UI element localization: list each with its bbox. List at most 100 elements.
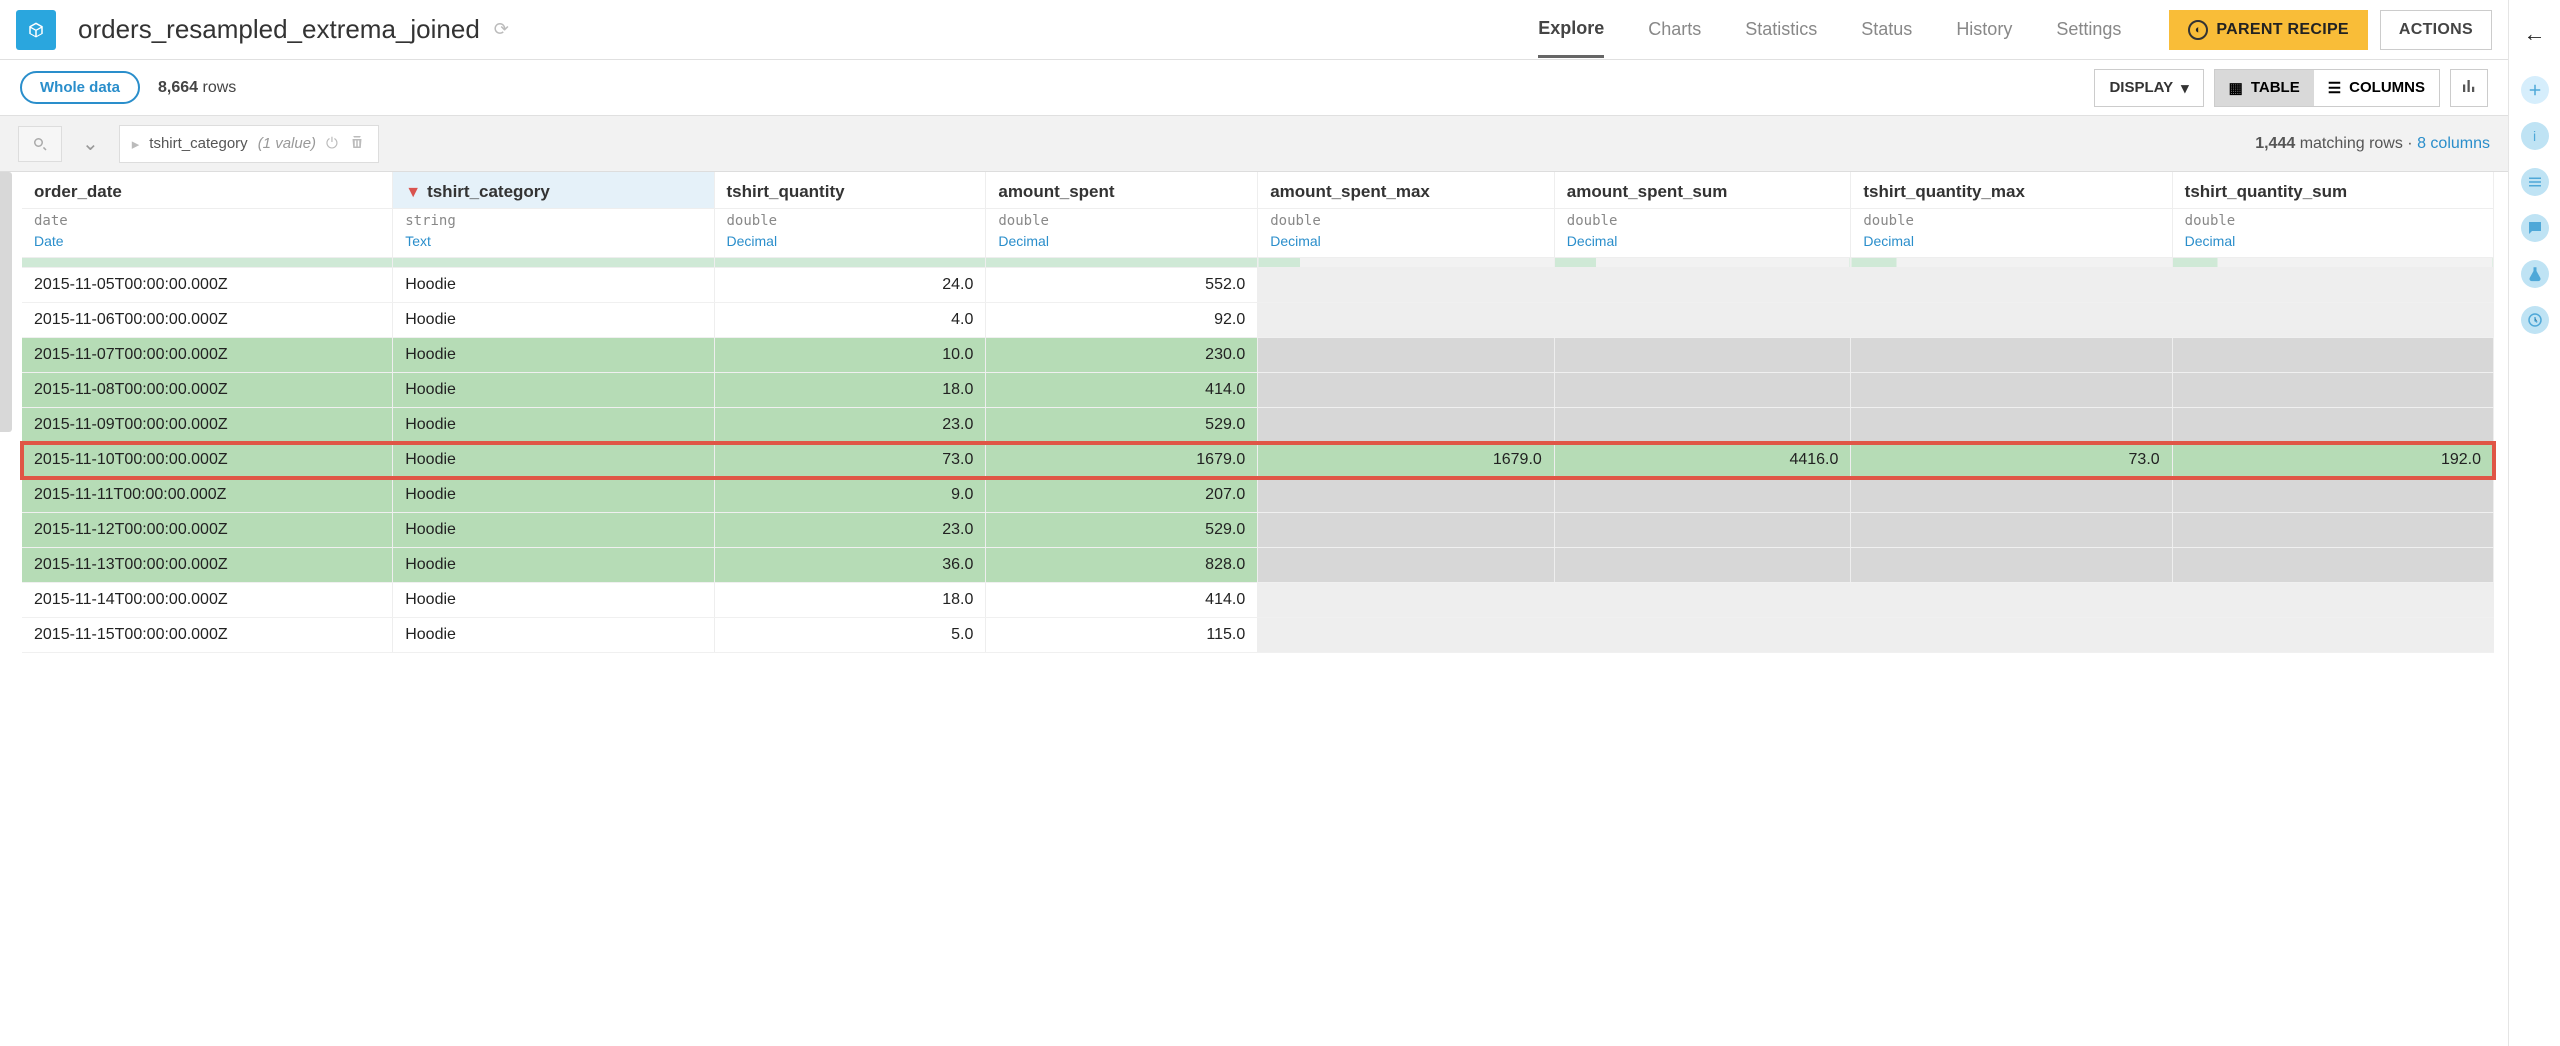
- cell[interactable]: [1554, 583, 1851, 618]
- rail-lab-button[interactable]: [2521, 260, 2549, 288]
- cell[interactable]: [2172, 338, 2493, 373]
- column-header[interactable]: order_date: [22, 172, 393, 209]
- rail-add-button[interactable]: [2521, 76, 2549, 104]
- cell[interactable]: [2172, 513, 2493, 548]
- cell[interactable]: Hoodie: [393, 583, 714, 618]
- cell[interactable]: Hoodie: [393, 618, 714, 653]
- filter-step-chip[interactable]: ▸ tshirt_category (1 value) ⏻: [119, 125, 379, 163]
- table-row[interactable]: 2015-11-10T00:00:00.000ZHoodie73.01679.0…: [22, 443, 2494, 478]
- cell[interactable]: 36.0: [714, 548, 986, 583]
- cell[interactable]: [2172, 373, 2493, 408]
- cell[interactable]: 2015-11-07T00:00:00.000Z: [22, 338, 393, 373]
- table-row[interactable]: 2015-11-08T00:00:00.000ZHoodie18.0414.0: [22, 373, 2494, 408]
- cell[interactable]: 552.0: [986, 268, 1258, 303]
- cell[interactable]: 5.0: [714, 618, 986, 653]
- cell[interactable]: [1851, 618, 2172, 653]
- table-row[interactable]: 2015-11-15T00:00:00.000ZHoodie5.0115.0: [22, 618, 2494, 653]
- cell[interactable]: [1851, 583, 2172, 618]
- table-row[interactable]: 2015-11-11T00:00:00.000ZHoodie9.0207.0: [22, 478, 2494, 513]
- cell[interactable]: 2015-11-14T00:00:00.000Z: [22, 583, 393, 618]
- cell[interactable]: [1258, 338, 1555, 373]
- tab-charts[interactable]: Charts: [1648, 3, 1701, 56]
- cell[interactable]: [2172, 303, 2493, 338]
- cell[interactable]: 115.0: [986, 618, 1258, 653]
- cell[interactable]: 10.0: [714, 338, 986, 373]
- parent-recipe-button[interactable]: ◐ PARENT RECIPE: [2169, 10, 2368, 50]
- cell[interactable]: [1258, 548, 1555, 583]
- refresh-icon[interactable]: ⟳: [494, 19, 509, 40]
- column-header[interactable]: tshirt_quantity_sum: [2172, 172, 2493, 209]
- cell[interactable]: 2015-11-10T00:00:00.000Z: [22, 443, 393, 478]
- cell[interactable]: [1258, 583, 1555, 618]
- cell[interactable]: Hoodie: [393, 268, 714, 303]
- cell[interactable]: 2015-11-13T00:00:00.000Z: [22, 548, 393, 583]
- cell[interactable]: [1258, 618, 1555, 653]
- cell[interactable]: 18.0: [714, 583, 986, 618]
- column-meaning[interactable]: Decimal: [1554, 231, 1851, 258]
- table-view-button[interactable]: ▦ TABLE: [2215, 70, 2314, 106]
- cell[interactable]: Hoodie: [393, 373, 714, 408]
- cell[interactable]: Hoodie: [393, 548, 714, 583]
- column-meaning[interactable]: Decimal: [986, 231, 1258, 258]
- cell[interactable]: [2172, 548, 2493, 583]
- quick-chart-button[interactable]: [2450, 69, 2488, 107]
- cell[interactable]: [1258, 373, 1555, 408]
- cell[interactable]: 207.0: [986, 478, 1258, 513]
- cell[interactable]: 414.0: [986, 583, 1258, 618]
- cell[interactable]: [1554, 478, 1851, 513]
- cell[interactable]: [1851, 303, 2172, 338]
- cell[interactable]: [1554, 373, 1851, 408]
- cell[interactable]: [1554, 303, 1851, 338]
- column-meaning[interactable]: Date: [22, 231, 393, 258]
- column-meaning[interactable]: Decimal: [2172, 231, 2493, 258]
- table-row[interactable]: 2015-11-06T00:00:00.000ZHoodie4.092.0: [22, 303, 2494, 338]
- column-meaning[interactable]: Decimal: [714, 231, 986, 258]
- display-dropdown[interactable]: DISPLAY ▾: [2094, 69, 2203, 107]
- tab-status[interactable]: Status: [1861, 3, 1912, 56]
- step-search-input[interactable]: [18, 126, 62, 162]
- column-header[interactable]: amount_spent_max: [1258, 172, 1555, 209]
- tab-history[interactable]: History: [1956, 3, 2012, 56]
- actions-button[interactable]: ACTIONS: [2380, 10, 2492, 50]
- cell[interactable]: 529.0: [986, 408, 1258, 443]
- table-row[interactable]: 2015-11-07T00:00:00.000ZHoodie10.0230.0: [22, 338, 2494, 373]
- cell[interactable]: [1851, 408, 2172, 443]
- cell[interactable]: 73.0: [1851, 443, 2172, 478]
- cell[interactable]: 2015-11-06T00:00:00.000Z: [22, 303, 393, 338]
- cell[interactable]: 18.0: [714, 373, 986, 408]
- cell[interactable]: [1258, 268, 1555, 303]
- column-header[interactable]: tshirt_quantity: [714, 172, 986, 209]
- back-arrow-button[interactable]: ←: [2515, 10, 2555, 58]
- cell[interactable]: Hoodie: [393, 443, 714, 478]
- cell[interactable]: 23.0: [714, 408, 986, 443]
- table-row[interactable]: 2015-11-12T00:00:00.000ZHoodie23.0529.0: [22, 513, 2494, 548]
- cell[interactable]: [1851, 268, 2172, 303]
- cell[interactable]: 2015-11-15T00:00:00.000Z: [22, 618, 393, 653]
- table-row[interactable]: 2015-11-05T00:00:00.000ZHoodie24.0552.0: [22, 268, 2494, 303]
- cell[interactable]: 73.0: [714, 443, 986, 478]
- cell[interactable]: 4.0: [714, 303, 986, 338]
- cell[interactable]: 92.0: [986, 303, 1258, 338]
- step-disable-icon[interactable]: ⏻: [326, 135, 338, 152]
- cell[interactable]: [1554, 268, 1851, 303]
- cell[interactable]: [1851, 373, 2172, 408]
- cell[interactable]: 23.0: [714, 513, 986, 548]
- tab-explore[interactable]: Explore: [1538, 2, 1604, 58]
- column-header[interactable]: amount_spent: [986, 172, 1258, 209]
- cell[interactable]: Hoodie: [393, 303, 714, 338]
- rail-history-button[interactable]: [2521, 306, 2549, 334]
- cell[interactable]: [1554, 408, 1851, 443]
- tab-settings[interactable]: Settings: [2056, 3, 2121, 56]
- table-row[interactable]: 2015-11-13T00:00:00.000ZHoodie36.0828.0: [22, 548, 2494, 583]
- cell[interactable]: [1554, 618, 1851, 653]
- cell[interactable]: [2172, 583, 2493, 618]
- cell[interactable]: [1258, 513, 1555, 548]
- column-meaning[interactable]: Text: [393, 231, 714, 258]
- column-header[interactable]: tshirt_quantity_max: [1851, 172, 2172, 209]
- steps-expand-toggle[interactable]: ⌄: [82, 131, 99, 156]
- cell[interactable]: [2172, 618, 2493, 653]
- columns-count-link[interactable]: 8 columns: [2417, 135, 2490, 152]
- cell[interactable]: 2015-11-08T00:00:00.000Z: [22, 373, 393, 408]
- table-row[interactable]: 2015-11-14T00:00:00.000ZHoodie18.0414.0: [22, 583, 2494, 618]
- whole-data-pill[interactable]: Whole data: [20, 71, 140, 104]
